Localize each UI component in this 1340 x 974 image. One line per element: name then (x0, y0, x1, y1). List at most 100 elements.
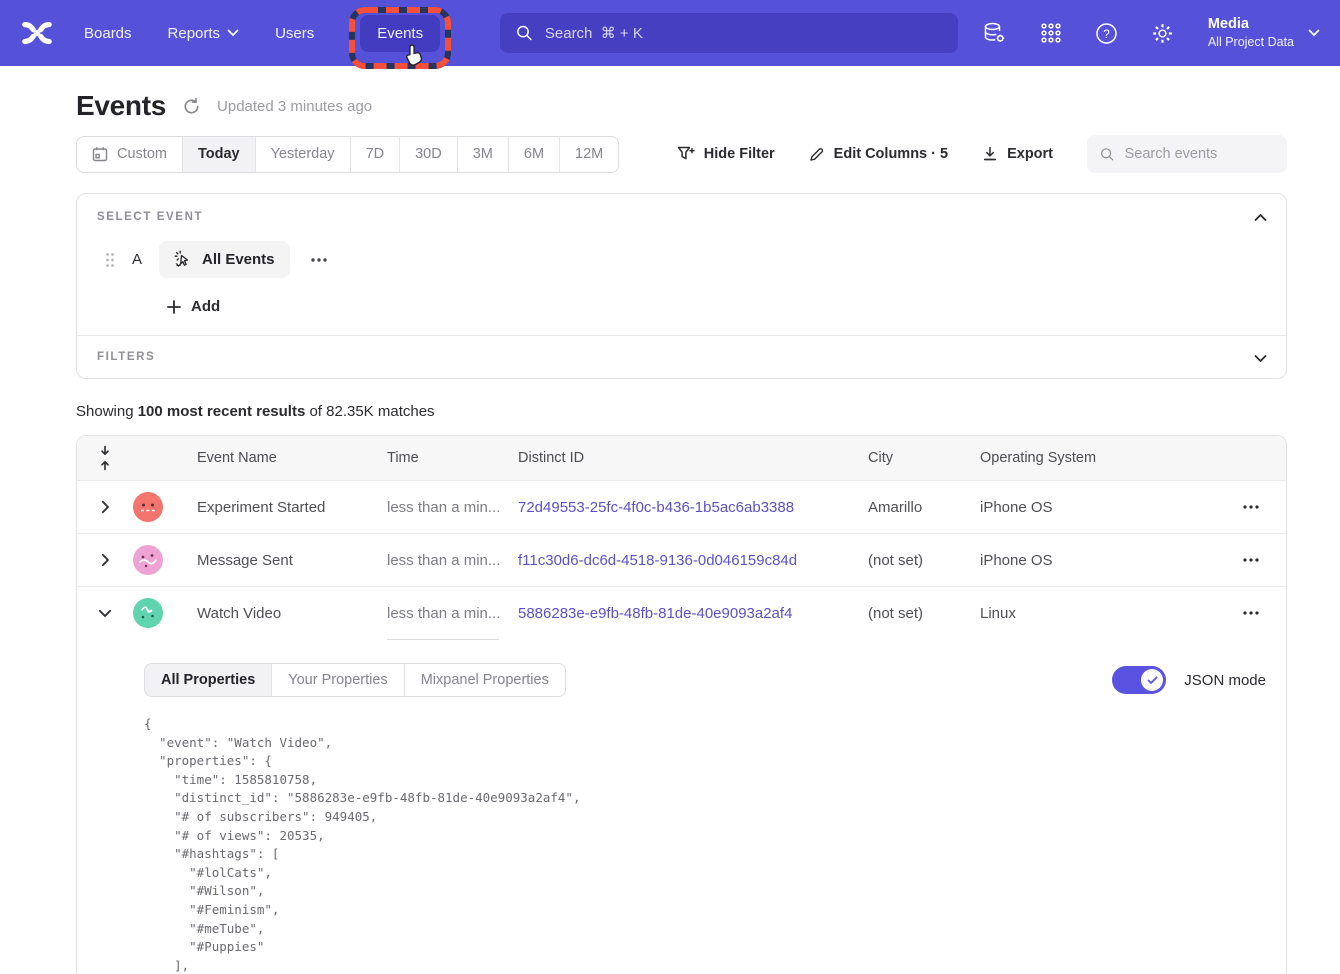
export-label: Export (1007, 146, 1053, 162)
search-icon (1100, 146, 1115, 163)
project-selector[interactable]: Media All Project Data (1208, 15, 1320, 51)
nav-item-events[interactable]: Events (360, 15, 440, 52)
date-range-control: Custom Today Yesterday 7D 30D 3M 6M 12M (76, 136, 619, 173)
event-json-viewer: { "event": "Watch Video", "properties": … (144, 715, 1266, 974)
tab-your-properties[interactable]: Your Properties (272, 664, 404, 696)
data-management-icon[interactable] (982, 20, 1008, 46)
row-menu-button[interactable] (1216, 504, 1286, 510)
nav-item-label: Boards (84, 25, 132, 42)
global-search[interactable] (500, 13, 958, 53)
chevron-down-icon (1254, 354, 1267, 363)
table-row: Message Sent less than a min... f11c30d6… (77, 533, 1286, 586)
edit-columns-label: Edit Columns · 5 (834, 146, 948, 162)
collapse-row-button[interactable] (77, 609, 133, 618)
nav-item-label: Users (275, 25, 314, 42)
tab-label: Your Properties (288, 672, 387, 688)
date-range-today[interactable]: Today (183, 137, 256, 172)
expanded-event-detail: All Properties Your Properties Mixpanel … (77, 639, 1286, 974)
mixpanel-logo-icon[interactable] (18, 16, 56, 50)
chevron-down-icon (98, 609, 112, 618)
top-navbar: Boards Reports Users Events (0, 0, 1340, 66)
download-icon (982, 146, 998, 162)
page-title: Events (76, 90, 166, 122)
check-icon (1147, 676, 1158, 685)
city-cell: Amarillo (868, 499, 980, 516)
date-range-7d[interactable]: 7D (351, 137, 401, 172)
properties-tabs: All Properties Your Properties Mixpanel … (144, 663, 566, 697)
row-menu-button[interactable] (1216, 557, 1286, 563)
nav-item-boards[interactable]: Boards (84, 25, 132, 42)
expand-filters-button[interactable] (1254, 350, 1267, 368)
add-label: Add (191, 298, 220, 315)
nav-item-users[interactable]: Users (275, 25, 314, 42)
results-summary: Showing 100 most recent results of 82.35… (76, 403, 1287, 420)
date-range-3m[interactable]: 3M (458, 137, 509, 172)
edit-columns-button[interactable]: Edit Columns · 5 (809, 146, 948, 162)
column-header-time: Time (387, 450, 518, 466)
distinct-id-link[interactable]: 5886283e-e9fb-48fb-81de-40e9093a2af4 (518, 605, 868, 622)
collapse-section-button[interactable] (1254, 209, 1267, 227)
help-icon[interactable]: ? (1094, 20, 1120, 46)
tab-all-properties[interactable]: All Properties (145, 664, 272, 696)
date-range-12m[interactable]: 12M (560, 137, 618, 172)
table-row-expanded: Watch Video less than a min... 5886283e-… (77, 586, 1286, 639)
distinct-id-link[interactable]: 72d49553-25fc-4f0c-b436-1b5ac6ab3388 (518, 499, 868, 516)
nav-right-controls: ? Media All Project Data (982, 15, 1320, 51)
os-cell: iPhone OS (980, 552, 1216, 569)
project-scope: All Project Data (1208, 34, 1294, 51)
ellipsis-icon (1242, 610, 1260, 616)
os-cell: iPhone OS (980, 499, 1216, 516)
results-suffix: of 82.35K matches (305, 403, 434, 420)
global-search-input[interactable] (545, 25, 942, 42)
time-cell: less than a min... (387, 499, 518, 516)
tab-label: Mixpanel Properties (421, 672, 549, 688)
date-range-6m[interactable]: 6M (509, 137, 560, 172)
json-mode-label: JSON mode (1184, 672, 1266, 689)
collapse-all-sort-button[interactable] (77, 445, 133, 471)
event-more-options-button[interactable] (304, 253, 334, 267)
expand-row-button[interactable] (77, 553, 133, 567)
add-event-button[interactable]: Add (167, 298, 1266, 315)
drag-handle[interactable] (105, 252, 115, 268)
export-button[interactable]: Export (982, 146, 1053, 162)
chevron-right-icon (101, 500, 110, 514)
sort-arrows-icon (98, 445, 112, 471)
column-header-distinct-id: Distinct ID (518, 450, 868, 466)
date-range-label: 6M (524, 146, 544, 162)
date-range-label: Custom (117, 146, 167, 162)
selected-event-label: All Events (202, 251, 275, 268)
filters-section: FILTERS (77, 335, 1286, 378)
events-search-input[interactable] (1125, 146, 1274, 162)
chevron-right-icon (101, 553, 110, 567)
date-range-30d[interactable]: 30D (400, 137, 458, 172)
refresh-button[interactable] (182, 97, 201, 116)
hide-filter-label: Hide Filter (704, 146, 775, 162)
hide-filter-button[interactable]: Hide Filter (677, 146, 775, 162)
main-content: Events Updated 3 minutes ago Custom Toda… (0, 90, 1340, 974)
tab-mixpanel-properties[interactable]: Mixpanel Properties (405, 664, 565, 696)
os-cell: Linux (980, 605, 1216, 622)
json-mode-toggle[interactable] (1112, 666, 1166, 694)
distinct-id-link[interactable]: f11c30d6-dc6d-4518-9136-0d046159c84d (518, 552, 868, 569)
date-range-yesterday[interactable]: Yesterday (256, 137, 351, 172)
table-header-row: Event Name Time Distinct ID City Operati… (77, 436, 1286, 480)
settings-gear-icon[interactable] (1150, 20, 1176, 46)
date-range-custom[interactable]: Custom (77, 137, 183, 172)
refresh-icon (182, 97, 201, 116)
row-menu-button[interactable] (1216, 610, 1286, 616)
all-events-selector[interactable]: All Events (159, 241, 290, 278)
events-search[interactable] (1087, 135, 1287, 173)
event-avatar (133, 598, 163, 628)
event-avatar (133, 545, 163, 575)
time-cell: less than a min... (387, 552, 518, 569)
event-query-row: A All Events (105, 241, 1266, 278)
time-cell: less than a min... (387, 605, 518, 622)
nav-item-reports[interactable]: Reports (168, 25, 240, 42)
svg-text:?: ? (1104, 27, 1111, 41)
chevron-down-icon (1308, 29, 1320, 37)
expand-row-button[interactable] (77, 500, 133, 514)
date-range-label: 3M (473, 146, 493, 162)
results-prefix: Showing (76, 403, 138, 420)
select-event-section: SELECT EVENT A (77, 194, 1286, 335)
apps-grid-icon[interactable] (1038, 20, 1064, 46)
